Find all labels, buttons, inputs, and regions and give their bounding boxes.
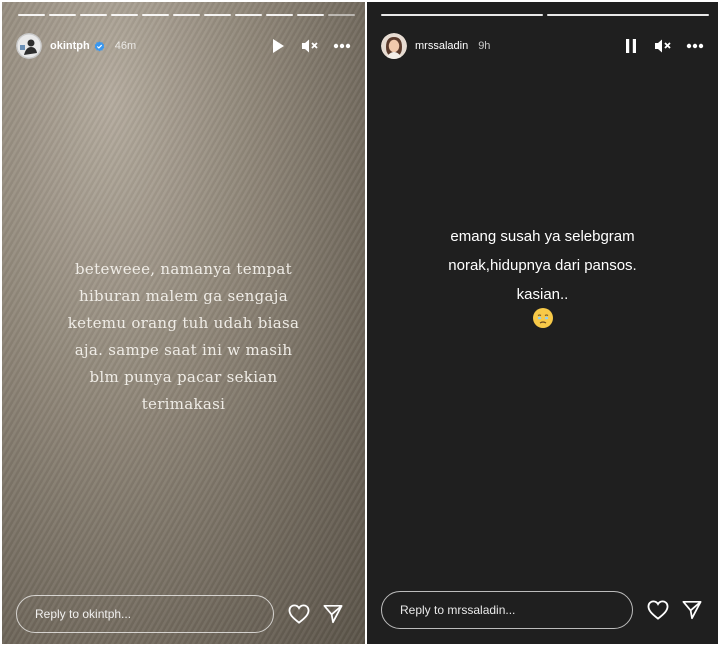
more-icon[interactable] xyxy=(686,37,704,55)
story-controls xyxy=(622,37,704,55)
reply-bar xyxy=(381,591,705,629)
reply-input[interactable] xyxy=(381,591,633,629)
progress-segment xyxy=(328,14,355,16)
progress-segment xyxy=(266,14,293,16)
progress-segment xyxy=(297,14,324,16)
muted-icon[interactable] xyxy=(301,37,319,55)
story-controls xyxy=(269,37,351,55)
send-icon[interactable] xyxy=(679,597,705,623)
pause-icon[interactable] xyxy=(622,37,640,55)
progress-segment xyxy=(173,14,200,16)
avatar-icon[interactable] xyxy=(381,33,407,59)
story-username[interactable]: okintph xyxy=(50,40,90,52)
progress-segment xyxy=(235,14,262,16)
heart-icon[interactable] xyxy=(645,597,671,623)
story-username[interactable]: mrssaladin xyxy=(415,40,468,52)
story-caption-text: emang susah ya selebgram norak,hidupnya … xyxy=(448,228,637,303)
progress-segment xyxy=(49,14,76,16)
story-viewer-mrssaladin[interactable]: mrssaladin 9h emang susah ya selebgram n… xyxy=(367,2,718,644)
progress-segment xyxy=(204,14,231,16)
story-progress-bar xyxy=(18,14,355,16)
reply-input[interactable] xyxy=(16,595,274,633)
progress-segment xyxy=(142,14,169,16)
story-progress-bar xyxy=(381,14,709,16)
play-icon[interactable] xyxy=(269,37,287,55)
more-icon[interactable] xyxy=(333,37,351,55)
story-header: mrssaladin 9h xyxy=(381,32,704,60)
progress-segment xyxy=(381,14,543,16)
heart-icon[interactable] xyxy=(286,601,312,627)
story-timestamp: 9h xyxy=(478,40,491,52)
send-icon[interactable] xyxy=(320,601,346,627)
story-caption-text: beteweee, namanya tempat hiburan malem g… xyxy=(67,260,300,413)
muted-icon[interactable] xyxy=(654,37,672,55)
progress-segment xyxy=(111,14,138,16)
progress-segment xyxy=(547,14,709,16)
progress-segment xyxy=(80,14,107,16)
story-timestamp: 46m xyxy=(114,40,137,52)
avatar-icon[interactable] xyxy=(16,33,42,59)
face-holding-back-tears-icon xyxy=(532,308,553,328)
story-viewer-okintph[interactable]: okintph 46m beteweee, namanya tempat hib… xyxy=(2,2,365,644)
verified-badge-icon xyxy=(94,40,104,51)
reply-bar xyxy=(16,595,346,633)
story-header: okintph 46m xyxy=(16,32,351,60)
progress-segment xyxy=(18,14,45,16)
